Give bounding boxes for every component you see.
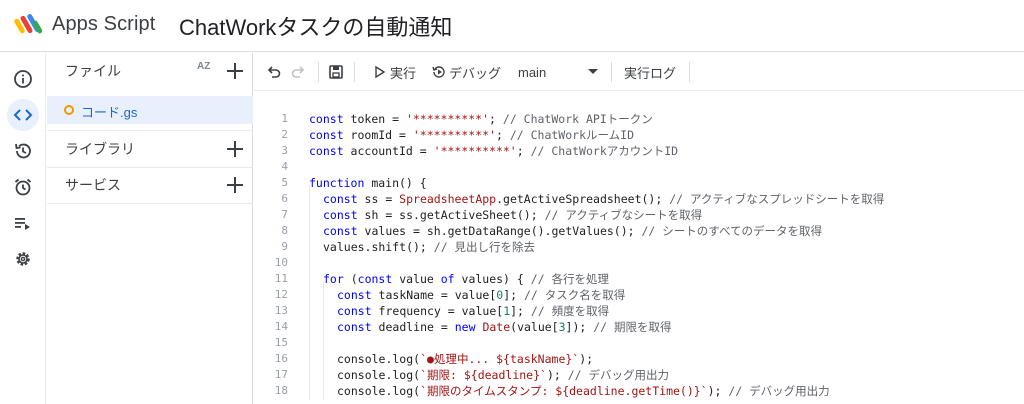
run-button[interactable]: 実行	[374, 53, 416, 91]
sort-az-icon[interactable]: AZ	[197, 62, 215, 80]
line-number: 3	[281, 144, 288, 157]
add-library-plus-icon[interactable]	[227, 141, 243, 157]
run-label: 実行	[390, 65, 417, 81]
chevron-down-icon	[588, 69, 598, 74]
gear-icon	[16, 252, 30, 266]
code-line: 10	[254, 255, 1024, 271]
add-service-plus-icon[interactable]	[227, 177, 243, 193]
rail-executions-button[interactable]	[7, 207, 39, 239]
code-line: 3 const accountId = '**********'; // Chat…	[254, 143, 1024, 159]
toolbar-separator	[611, 62, 612, 82]
file-item-code-gs[interactable]: コード.gs	[47, 96, 253, 124]
line-number: 5	[281, 176, 288, 189]
function-select-value: main	[518, 64, 547, 80]
code-line: 15	[254, 335, 1024, 351]
files-panel: ファイル AZ コード.gs ライブラリ サービス	[47, 53, 253, 404]
line-number: 1	[281, 112, 288, 125]
project-title[interactable]: ChatWorkタスクの自動通知	[179, 10, 452, 42]
code-icon	[13, 109, 33, 121]
line-number: 8	[281, 224, 288, 237]
code-line: 16 console.log(`●処理中... ${taskName}`);	[254, 351, 1024, 367]
files-header: ファイル AZ	[47, 53, 253, 89]
code-line: 11 for (const value of values) { // 各行を処理	[254, 271, 1024, 287]
code-line: 14 const deadline = new Date(value[3]); /…	[254, 319, 1024, 335]
line-number: 11	[274, 272, 288, 285]
line-number: 17	[274, 368, 288, 381]
code-line: 8 const values = sh.getDataRange().getVal…	[254, 223, 1024, 239]
divider	[47, 203, 253, 204]
line-number: 10	[274, 256, 288, 269]
toolbar-separator	[354, 62, 355, 82]
code-line: 4	[254, 159, 1024, 175]
code-line: 9 values.shift(); // 見出し行を除去	[254, 239, 1024, 255]
code-line: 17 console.log(`期限: ${deadline}`); // デバッ…	[254, 367, 1024, 383]
line-number: 12	[274, 288, 288, 301]
debug-label: デバッグ	[449, 65, 502, 81]
redo-button[interactable]	[290, 53, 306, 91]
line-number: 2	[281, 128, 288, 141]
line-number: 15	[274, 336, 288, 349]
info-icon	[14, 70, 32, 88]
code-line: 1 const token = '**********'; // ChatWork…	[254, 111, 1024, 127]
app-name[interactable]: Apps Script	[52, 13, 155, 36]
code-editor[interactable]: 1 const token = '**********'; // ChatWork…	[254, 92, 1024, 404]
line-number: 6	[281, 192, 288, 205]
execution-log-label: 実行ログ	[624, 65, 677, 81]
code-line: 7 const sh = ss.getActiveSheet(); // アクティ…	[254, 207, 1024, 223]
save-icon	[329, 65, 343, 79]
libraries-label: ライブラリ	[65, 141, 135, 157]
toolbar-separator	[318, 62, 319, 82]
services-row[interactable]: サービス	[47, 167, 253, 203]
debug-icon	[432, 66, 445, 78]
code-line: 18 console.log(`期限のタイムスタンプ: ${deadline.ge…	[254, 383, 1024, 399]
app-header: Apps Script ChatWorkタスクの自動通知	[0, 0, 1024, 52]
undo-icon	[267, 66, 281, 78]
code-line: 5 function main() {	[254, 175, 1024, 191]
code-line: 12 const taskName = value[0]; // タスク名を取得	[254, 287, 1024, 303]
rail-editor-button[interactable]	[7, 99, 39, 131]
rail-triggers-button[interactable]	[7, 171, 39, 203]
line-number: 18	[274, 384, 288, 397]
rail-history-button[interactable]	[7, 135, 39, 167]
editor-toolbar: 実行 デバッグ main 実行ログ	[254, 53, 1024, 91]
redo-icon	[291, 66, 305, 78]
rail-settings-button[interactable]	[7, 243, 39, 275]
code-line: 13 const frequency = value[1]; // 頻度を取得	[254, 303, 1024, 319]
function-select[interactable]: main	[518, 53, 598, 91]
playlist-icon	[15, 218, 30, 230]
line-number: 13	[274, 304, 288, 317]
line-number: 4	[281, 160, 288, 173]
apps-script-logo-icon[interactable]	[14, 12, 44, 38]
alarm-icon	[14, 178, 32, 196]
execution-log-button[interactable]: 実行ログ	[624, 53, 676, 91]
code-line: 2 const roomId = '**********'; // ChatWor…	[254, 127, 1024, 143]
line-number: 16	[274, 352, 288, 365]
left-nav-rail	[0, 53, 46, 404]
rail-overview-button[interactable]	[7, 63, 39, 95]
file-status-dot-icon	[64, 105, 74, 115]
libraries-row[interactable]: ライブラリ	[47, 131, 253, 167]
undo-button[interactable]	[266, 53, 282, 91]
file-name: コード.gs	[81, 105, 138, 120]
play-icon	[375, 66, 386, 78]
code-line: 6 const ss = SpreadsheetApp.getActiveSpre…	[254, 191, 1024, 207]
line-number: 9	[281, 240, 288, 253]
history-icon	[15, 143, 31, 159]
add-file-plus-icon[interactable]	[227, 63, 243, 79]
save-button[interactable]	[328, 53, 344, 91]
debug-button[interactable]: デバッグ	[432, 53, 501, 91]
services-label: サービス	[65, 177, 121, 193]
line-number: 7	[281, 208, 288, 221]
files-label: ファイル	[65, 63, 121, 79]
line-number: 14	[274, 320, 288, 333]
toolbar-separator	[689, 62, 690, 82]
